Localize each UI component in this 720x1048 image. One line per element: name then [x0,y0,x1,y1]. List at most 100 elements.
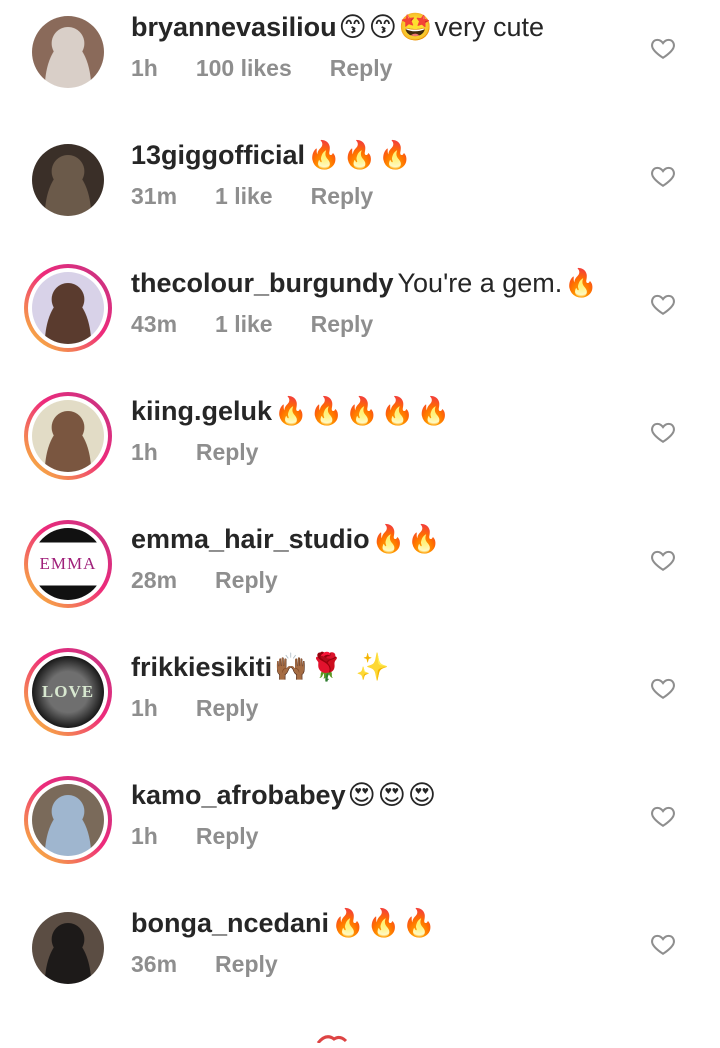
avatar-border [28,268,108,348]
comment-meta: 28m Reply [131,567,630,594]
comment-body: thecolour_burgundy You're a gem.🔥 43m 1 lik… [131,266,630,338]
comment-row: EMMA emma_hair_studio🔥🔥 28m Reply [0,512,720,640]
avatar [32,784,104,856]
reply-button[interactable]: Reply [311,183,374,209]
comment-emoji: 🔥🔥🔥🔥🔥 [274,396,453,427]
comment-body: 13giggofficial🔥🔥🔥 31m 1 like Reply [131,138,630,210]
heart-icon[interactable] [650,291,676,317]
heart-icon[interactable] [650,931,676,957]
avatar [32,912,104,984]
avatar-border [32,16,104,88]
comment-emoji: 🔥🔥🔥 [307,140,414,171]
story-ring[interactable]: EMMA [24,520,112,608]
heart-icon[interactable] [650,419,676,445]
comment-row: kamo_afrobabey😍😍😍 1h Reply [0,768,720,896]
timestamp: 36m [131,951,178,977]
comment-text: very cute [434,12,545,42]
heart-icon[interactable] [650,675,676,701]
comment-text: You're a gem. [397,268,563,298]
comment-line: kiing.geluk🔥🔥🔥🔥🔥 [131,394,630,429]
comment-meta: 43m 1 like Reply [131,311,630,338]
comment-emoji: 🔥🔥 [371,524,443,555]
username-link[interactable]: thecolour_burgundy [131,268,394,298]
heart-icon[interactable] [650,163,676,189]
avatar [32,144,104,216]
comment-meta: 1h Reply [131,823,630,850]
timestamp: 1h [131,55,158,81]
comment-line: thecolour_burgundy You're a gem.🔥 [131,266,630,301]
comment-line: bonga_ncedani🔥🔥🔥 [131,906,630,941]
timestamp: 43m [131,311,178,337]
avatar-border [28,396,108,476]
comment-body: bonga_ncedani🔥🔥🔥 36m Reply [131,906,630,978]
reply-button[interactable]: Reply [196,695,259,721]
username-link[interactable]: bonga_ncedani [131,908,329,938]
comment-row: LOVE frikkiesikiti🙌🏾🌹 ✨ 1h Reply [0,640,720,768]
reply-button[interactable]: Reply [215,951,278,977]
comment-line: frikkiesikiti🙌🏾🌹 ✨ [131,650,630,685]
reply-button[interactable]: Reply [196,823,259,849]
reply-button[interactable]: Reply [215,567,278,593]
reply-button[interactable]: Reply [311,311,374,337]
avatar: EMMA [32,528,104,600]
avatar-border [28,780,108,860]
reply-button[interactable]: Reply [196,439,259,465]
timestamp: 1h [131,439,158,465]
username-link[interactable]: kamo_afrobabey [131,780,346,810]
likes-count[interactable]: 100 likes [196,55,292,81]
avatar [32,400,104,472]
comment-row: kiing.geluk🔥🔥🔥🔥🔥 1h Reply [0,384,720,512]
avatar-border: LOVE [28,652,108,732]
reply-button[interactable]: Reply [330,55,393,81]
comment-body: frikkiesikiti🙌🏾🌹 ✨ 1h Reply [131,650,630,722]
avatar-frame[interactable] [24,8,112,96]
comment-line: 13giggofficial🔥🔥🔥 [131,138,630,173]
username-link[interactable]: bryannevasiliou [131,12,337,42]
comment-line: emma_hair_studio🔥🔥 [131,522,630,557]
comment-emoji: 😍😍😍 [347,780,439,811]
heart-icon[interactable] [650,803,676,829]
avatar-logo-text: LOVE [41,682,95,701]
avatar: LOVE [32,656,104,728]
story-ring[interactable] [24,264,112,352]
heart-icon[interactable] [650,547,676,573]
comment-emoji: 😙😙🤩 [338,12,435,43]
avatar [32,16,104,88]
next-comment-peek [312,1030,372,1044]
heart-icon[interactable] [650,35,676,61]
comment-meta: 31m 1 like Reply [131,183,630,210]
story-ring[interactable] [24,392,112,480]
avatar-frame[interactable] [24,136,112,224]
comment-row: thecolour_burgundy You're a gem.🔥 43m 1 lik… [0,256,720,384]
comment-emoji: 🔥 [564,268,600,299]
story-ring[interactable] [24,776,112,864]
avatar-border: EMMA [28,524,108,604]
comment-meta: 1h 100 likes Reply [131,55,630,82]
comment-row: bonga_ncedani🔥🔥🔥 36m Reply [0,896,720,1024]
comment-meta: 1h Reply [131,439,630,466]
avatar [32,272,104,344]
username-link[interactable]: emma_hair_studio [131,524,370,554]
likes-count[interactable]: 1 like [215,311,273,337]
timestamp: 31m [131,183,178,209]
avatar-logo-text: EMMA [39,554,97,573]
username-link[interactable]: kiing.geluk [131,396,272,426]
comment-body: kamo_afrobabey😍😍😍 1h Reply [131,778,630,850]
story-ring[interactable]: LOVE [24,648,112,736]
avatar-border [32,144,104,216]
comment-body: emma_hair_studio🔥🔥 28m Reply [131,522,630,594]
comment-line: kamo_afrobabey😍😍😍 [131,778,630,813]
comment-meta: 36m Reply [131,951,630,978]
likes-count[interactable]: 1 like [215,183,273,209]
timestamp: 1h [131,695,158,721]
comment-row: bryannevasiliou😙😙🤩very cute 1h 100 likes Re… [0,0,720,128]
comment-line: bryannevasiliou😙😙🤩very cute [131,10,630,45]
avatar-border [32,912,104,984]
username-link[interactable]: 13giggofficial [131,140,305,170]
timestamp: 28m [131,567,178,593]
comment-body: bryannevasiliou😙😙🤩very cute 1h 100 likes Re… [131,10,630,82]
comment-emoji: 🔥🔥🔥 [331,908,438,939]
avatar-frame[interactable] [24,904,112,992]
comment-body: kiing.geluk🔥🔥🔥🔥🔥 1h Reply [131,394,630,466]
username-link[interactable]: frikkiesikiti [131,652,272,682]
